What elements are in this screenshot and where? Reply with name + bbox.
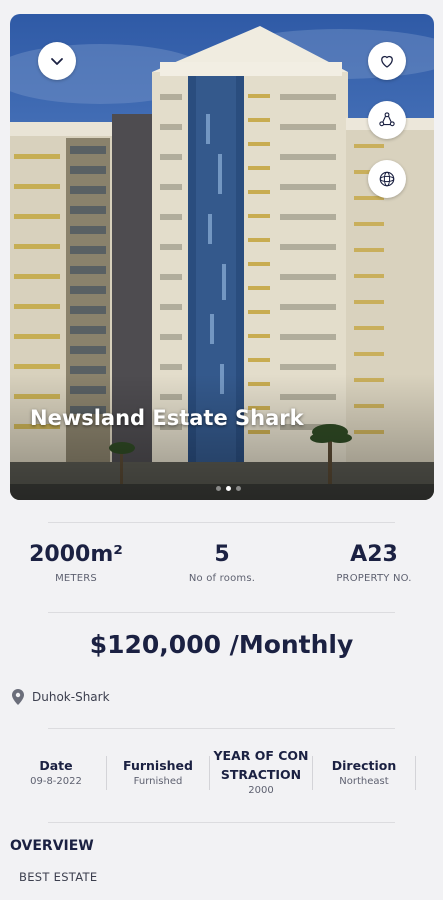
map-pin-icon [12, 689, 24, 705]
share-icon [379, 112, 395, 127]
heart-icon [381, 55, 393, 68]
stat-property-no: A23 PROPERTY NO. [304, 542, 443, 584]
carousel-dot-active[interactable] [226, 486, 231, 491]
stat-label: METERS [55, 573, 97, 584]
divider [415, 756, 416, 790]
carousel-indicator [216, 486, 241, 491]
property-title: Newsland Estate Shark [30, 406, 304, 430]
detail-construction-year: YEAR OF CON STRACTION 2000 [211, 746, 311, 796]
overview-subtitle: BEST ESTATE [19, 870, 98, 884]
divider [48, 728, 395, 729]
location-text: Duhok-Shark [32, 690, 110, 704]
share-button[interactable] [368, 101, 406, 139]
property-image-carousel[interactable]: Newsland Estate Shark [10, 14, 434, 500]
detail-value: 09-8-2022 [30, 776, 82, 787]
detail-value: Furnished [133, 776, 183, 787]
divider [106, 756, 107, 790]
detail-title: Furnished [123, 758, 193, 773]
price: $120,000 /Monthly [89, 630, 354, 659]
divider [48, 612, 395, 613]
stat-label: PROPERTY NO. [336, 573, 412, 584]
carousel-dot[interactable] [236, 486, 241, 491]
stat-area: 2000m² METERS [6, 542, 146, 584]
details-row: Date 09-8-2022 Furnished Furnished YEAR … [0, 740, 443, 802]
detail-furnished: Furnished Furnished [108, 756, 208, 787]
view-360-button[interactable] [368, 160, 406, 198]
view-360-icon [379, 171, 395, 187]
overview-heading: OVERVIEW [10, 838, 94, 854]
detail-title: YEAR OF CON STRACTION [213, 748, 309, 782]
detail-title: Date [39, 758, 73, 773]
chevron-down-icon [51, 58, 63, 65]
stat-value: 2000m² [29, 542, 123, 567]
stat-value: A23 [350, 542, 398, 567]
stat-value: 5 [214, 542, 230, 567]
detail-direction: Direction Northeast [314, 756, 414, 787]
detail-date: Date 09-8-2022 [6, 756, 106, 787]
favorite-button[interactable] [368, 42, 406, 80]
stat-label: No of rooms. [188, 573, 256, 584]
divider [48, 522, 395, 523]
detail-value: 2000 [248, 785, 274, 796]
divider [209, 756, 210, 790]
detail-value: Northeast [339, 776, 389, 787]
divider [312, 756, 313, 790]
property-detail-screen: Newsland Estate Shark 2000m² METERS 5 No… [0, 0, 443, 900]
location: Duhok-Shark [12, 689, 110, 705]
stat-rooms: 5 No of rooms. [152, 542, 292, 584]
carousel-dot[interactable] [216, 486, 221, 491]
collapse-button[interactable] [38, 42, 76, 80]
divider [48, 822, 395, 823]
detail-title: Direction [331, 758, 397, 773]
